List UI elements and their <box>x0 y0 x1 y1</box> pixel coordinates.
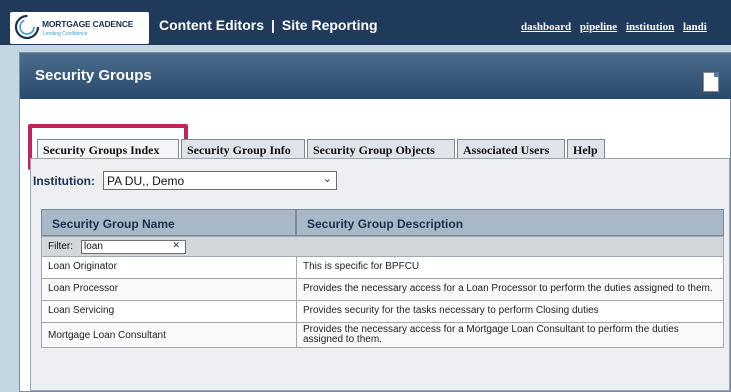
top-header: MORTGAGE CADENCE Lending Confidence Cont… <box>0 0 731 45</box>
filter-label: Filter: <box>48 241 73 252</box>
app-nav: Content Editors | Site Reporting <box>159 17 378 33</box>
link-dashboard[interactable]: dashboard <box>521 21 571 33</box>
row-name: Loan Originator <box>42 257 297 278</box>
logo-ring-icon <box>14 14 40 40</box>
filter-input[interactable]: loan ✕ <box>81 240 186 254</box>
institution-select[interactable]: PA DU,, Demo ⌄ <box>103 171 337 190</box>
row-name: Mortgage Loan Consultant <box>42 323 297 347</box>
logo-name: MORTGAGE CADENCE <box>42 19 134 29</box>
link-pipeline[interactable]: pipeline <box>580 21 617 33</box>
chevron-down-icon: ⌄ <box>322 173 332 185</box>
tab-security-group-info[interactable]: Security Group Info <box>181 139 305 159</box>
link-landing[interactable]: landi <box>683 21 707 33</box>
page-header: Security Groups <box>20 53 731 99</box>
row-name: Loan Processor <box>42 279 297 300</box>
page-title: Security Groups <box>35 67 152 84</box>
row-description: Provides the necessary access for a Mort… <box>303 324 679 345</box>
row-name: Loan Servicing <box>42 301 297 322</box>
table-row[interactable]: Loan Processor Provides the necessary ac… <box>41 279 724 301</box>
mortgage-cadence-logo[interactable]: MORTGAGE CADENCE Lending Confidence <box>10 12 149 44</box>
row-description: Provides the necessary access for a Loan… <box>303 283 713 294</box>
logo-tagline: Lending Confidence <box>43 31 88 37</box>
document-icon[interactable] <box>703 72 719 92</box>
table-row[interactable]: Mortgage Loan Consultant Provides the ne… <box>41 323 724 348</box>
row-description: This is specific for BPFCU <box>303 261 420 272</box>
security-groups-index-panel: Institution: PA DU,, Demo ⌄ Security Gro… <box>30 158 730 391</box>
table-row[interactable]: Loan Servicing Provides security for the… <box>41 301 724 323</box>
nav-separator: | <box>271 17 275 33</box>
top-links: dashboard pipeline institution landi <box>521 21 713 33</box>
tab-associated-users[interactable]: Associated Users <box>457 139 565 159</box>
link-institution[interactable]: institution <box>626 21 674 33</box>
table-row[interactable]: Loan Originator This is specific for BPF… <box>41 257 724 279</box>
institution-value: PA DU,, Demo <box>107 174 185 188</box>
tab-help[interactable]: Help <box>567 139 605 159</box>
tab-security-groups-index[interactable]: Security Groups Index <box>37 139 179 159</box>
row-description: Provides security for the tasks necessar… <box>303 305 599 316</box>
filter-row: Filter: loan ✕ <box>41 236 724 257</box>
clear-filter-icon[interactable]: ✕ <box>172 240 180 251</box>
column-header-description[interactable]: Security Group Description <box>296 209 724 236</box>
institution-label: Institution: <box>33 174 95 188</box>
tab-security-group-objects[interactable]: Security Group Objects <box>307 139 455 159</box>
column-header-name[interactable]: Security Group Name <box>41 209 296 236</box>
filter-value: loan <box>84 241 103 252</box>
nav-site-reporting[interactable]: Site Reporting <box>282 17 378 33</box>
nav-content-editors[interactable]: Content Editors <box>159 17 264 33</box>
security-groups-page: Security Groups Security Groups Index Se… <box>19 52 731 392</box>
